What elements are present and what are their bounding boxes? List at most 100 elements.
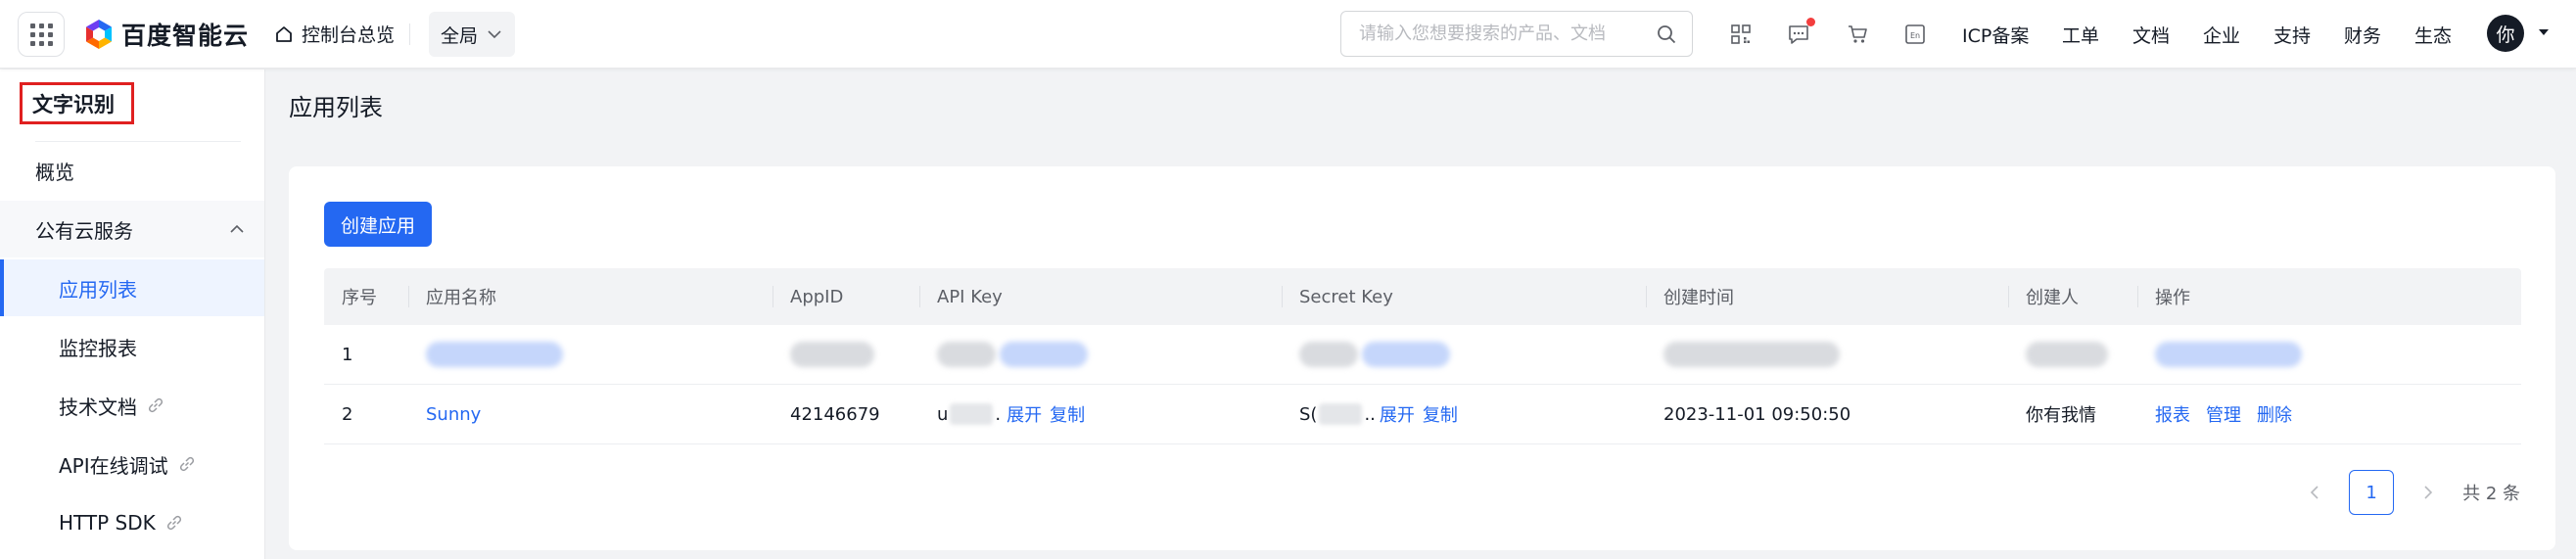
header-appid: AppID (773, 268, 843, 325)
redacted-app-name[interactable] (426, 325, 563, 384)
nav-finance[interactable]: 财务 (2344, 22, 2381, 48)
header-app-name: 应用名称 (408, 268, 496, 325)
masked-value (950, 403, 994, 425)
external-link-icon (179, 456, 194, 472)
api-key-suffix: . (995, 403, 1002, 425)
svg-text:En: En (1910, 31, 1920, 40)
secret-key-cell: S( .. 展开 复制 (1299, 385, 1458, 443)
api-key-expand-link[interactable]: 展开 (1007, 401, 1042, 427)
external-link-icon (148, 397, 164, 413)
sidebar-item-label: 应用列表 (59, 277, 137, 302)
app-table: 序号 应用名称 AppID API Key Secret Key 创建时间 创建… (324, 268, 2521, 444)
sidebar-group-public-cloud[interactable]: 公有云服务 (0, 201, 264, 257)
message-icon[interactable] (1786, 18, 1815, 47)
page-number[interactable]: 1 (2349, 470, 2395, 515)
divider (409, 23, 410, 45)
redacted-api-key (937, 325, 1088, 384)
header-created-at: 创建时间 (1646, 268, 1734, 325)
secret-key-expand-link[interactable]: 展开 (1380, 401, 1415, 427)
delete-link[interactable]: 删除 (2257, 401, 2292, 427)
table-header: 序号 应用名称 AppID API Key Secret Key 创建时间 创建… (324, 268, 2521, 325)
apps-grid-icon (29, 23, 53, 46)
avatar[interactable]: 你 (2487, 15, 2524, 52)
sidebar-title: 文字识别 (20, 82, 134, 124)
cloud-logo-icon (86, 20, 112, 49)
api-key-copy-link[interactable]: 复制 (1050, 401, 1085, 427)
table-row: 2 Sunny 42146679 u . 展开 复制 S( .. 展开 复制 2… (324, 385, 2521, 444)
search-icon[interactable] (1657, 24, 1676, 44)
redacted-creator (2026, 325, 2108, 384)
sidebar-item-tech-docs[interactable]: 技术文档 (0, 377, 264, 434)
report-link[interactable]: 报表 (2155, 401, 2190, 427)
nav-ticket[interactable]: 工单 (2062, 22, 2099, 48)
create-app-button[interactable]: 创建应用 (324, 202, 432, 247)
total-count: 共 2 条 (2462, 484, 2520, 504)
sidebar-item-api-debug[interactable]: API在线调试 (0, 436, 264, 492)
region-value: 全局 (441, 24, 479, 47)
sidebar-item-label: API在线调试 (59, 453, 168, 478)
sidebar-item-label: HTTP SDK (59, 511, 156, 535)
external-link-icon (166, 515, 181, 531)
sidebar-item-label: 技术文档 (59, 395, 137, 419)
sidebar-item-label: 概览 (35, 160, 74, 184)
manage-link[interactable]: 管理 (2206, 401, 2241, 427)
redacted-appid (790, 325, 874, 384)
header-actions: 操作 (2137, 268, 2190, 325)
redacted-created-at (1663, 325, 1840, 384)
nav-ecosystem[interactable]: 生态 (2414, 22, 2452, 48)
sidebar-item-http-sdk[interactable]: HTTP SDK (0, 494, 264, 551)
api-key-cell: u . 展开 复制 (937, 385, 1085, 443)
nav-icp[interactable]: ICP备案 (1962, 22, 2029, 48)
secret-key-prefix: S( (1299, 403, 1318, 425)
app-name-link[interactable]: Sunny (426, 385, 481, 443)
region-select[interactable]: 全局 (429, 12, 515, 57)
console-home-link[interactable]: 控制台总览 (274, 21, 395, 47)
redacted-actions[interactable] (2155, 325, 2302, 384)
header-index: 序号 (342, 288, 377, 308)
chevron-down-icon (488, 30, 501, 39)
redacted-secret-key (1299, 325, 1450, 384)
header-api-key: API Key (919, 268, 1003, 325)
created-at-value: 2023-11-01 09:50:50 (1663, 403, 1851, 425)
apps-grid-button[interactable] (18, 12, 65, 57)
global-search[interactable] (1340, 11, 1693, 57)
prev-page-button[interactable] (2302, 480, 2327, 505)
notification-dot (1806, 18, 1815, 26)
search-input[interactable] (1359, 23, 1643, 44)
next-page-button[interactable] (2415, 480, 2441, 505)
sidebar-item-overview[interactable]: 概览 (0, 142, 264, 199)
secret-key-suffix: .. (1364, 403, 1376, 425)
home-icon (276, 25, 292, 42)
appid-value: 42146679 (790, 403, 880, 425)
table-row: 1 (324, 325, 2521, 385)
cart-icon[interactable] (1845, 22, 1870, 47)
language-icon[interactable]: En (1902, 22, 1928, 47)
header-secret-key: Secret Key (1282, 268, 1393, 325)
chevron-right-icon (2424, 486, 2433, 499)
nav-enterprise[interactable]: 企业 (2203, 22, 2240, 48)
brand-name: 百度智能云 (121, 22, 250, 50)
api-key-prefix: u (937, 403, 949, 425)
secret-key-copy-link[interactable]: 复制 (1423, 401, 1458, 427)
row-index: 2 (342, 403, 353, 425)
actions-cell: 报表 管理 删除 (2155, 385, 2292, 443)
caret-down-icon[interactable] (2538, 27, 2550, 37)
chevron-left-icon (2310, 486, 2318, 499)
app-list-card: 创建应用 序号 应用名称 AppID API Key Secret Key 创建… (289, 166, 2555, 550)
nav-docs[interactable]: 文档 (2132, 22, 2170, 48)
masked-value (1319, 403, 1363, 425)
sidebar-item-label: 公有云服务 (35, 218, 133, 243)
console-home-label: 控制台总览 (302, 24, 396, 46)
pagination: 1 共 2 条 (2302, 470, 2520, 515)
header-creator: 创建人 (2008, 268, 2079, 325)
nav-support[interactable]: 支持 (2273, 22, 2311, 48)
sidebar-item-label: 监控报表 (59, 336, 137, 360)
creator-value: 你有我情 (2026, 405, 2096, 426)
brand-logo[interactable]: 百度智能云 (84, 17, 249, 52)
top-navigation-bar: 百度智能云 控制台总览 全局 En ICP备案 工单 文档 企业 支持 财务 生… (0, 0, 2576, 69)
sidebar: 文字识别 概览 公有云服务 应用列表 监控报表 技术文档 API在线调试 HTT… (0, 70, 265, 559)
qrcode-icon[interactable] (1728, 22, 1754, 47)
sidebar-item-monitoring[interactable]: 监控报表 (0, 318, 264, 375)
chevron-up-icon (230, 224, 244, 233)
sidebar-item-app-list[interactable]: 应用列表 (0, 259, 264, 316)
